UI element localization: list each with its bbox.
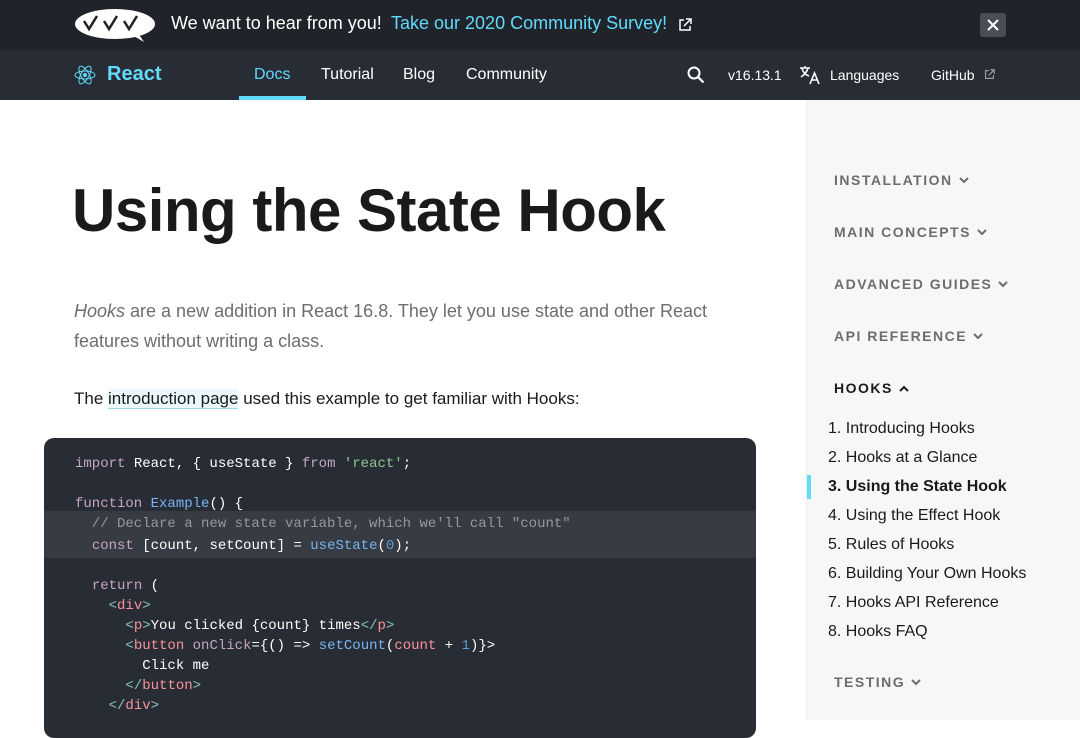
external-link-icon [984,69,995,80]
para-text-after: used this example to get familiar with H… [238,389,580,408]
github-link[interactable]: GitHub [931,50,975,100]
code-line: <button onClick={() => setCount(count + … [125,638,496,654]
sidebar-section-hooks[interactable]: HOOKS [834,380,909,396]
survey-banner: We want to hear from you! Take our 2020 … [0,0,1080,50]
code-line: Click me [75,658,210,674]
nav-docs[interactable]: Docs [254,50,290,100]
survey-logo-icon [75,9,155,42]
intro-text: are a new addition in React 16.8. They l… [74,301,708,351]
sidebar-item-rules-of-hooks[interactable]: 5. Rules of Hooks [828,536,954,554]
sidebar-section-installation[interactable]: INSTALLATION [834,172,969,188]
nav-community[interactable]: Community [466,50,547,100]
languages-link[interactable]: Languages [830,50,899,100]
translate-icon [800,66,820,85]
example-paragraph: The introduction page used this example … [74,386,580,412]
chevron-down-icon [977,229,987,236]
sidebar-section-testing[interactable]: TESTING [834,674,921,690]
chevron-down-icon [911,679,921,686]
code-line: function Example() { [75,496,244,512]
code-line: </div> [108,698,160,714]
chevron-up-icon [899,385,909,392]
page-title: Using the State Hook [72,177,666,244]
nav-tutorial[interactable]: Tutorial [321,50,374,100]
section-label: MAIN CONCEPTS [834,224,971,240]
section-label: TESTING [834,674,906,690]
code-line: return ( [91,578,160,594]
search-icon[interactable] [687,66,705,84]
sidebar-item-building-your-own-hooks[interactable]: 6. Building Your Own Hooks [828,565,1026,583]
sidebar-section-api-reference[interactable]: API REFERENCE [834,328,983,344]
code-line: <p>You clicked {count} times</p> [125,618,395,634]
code-line: </button> [125,678,202,694]
code-block: import React, { useState } from 'react';… [44,438,756,738]
external-link-icon [679,18,692,31]
nav-blog[interactable]: Blog [403,50,435,100]
banner-text: We want to hear from you! [171,13,382,33]
intro-emphasis: Hooks [74,301,126,321]
section-label: HOOKS [834,380,893,396]
code-line: import React, { useState } from 'react'; [75,456,412,472]
introduction-page-link[interactable]: introduction page [108,389,239,409]
survey-link[interactable]: Take our 2020 Community Survey! [391,13,667,34]
code-line: <div> [108,598,151,614]
chevron-down-icon [998,281,1009,288]
section-label: API REFERENCE [834,328,968,344]
intro-paragraph: Hooks are a new addition in React 16.8. … [74,296,734,356]
code-line: // Declare a new state variable, which w… [75,516,571,532]
sidebar-item-using-the-effect-hook[interactable]: 4. Using the Effect Hook [828,507,1000,525]
close-icon [987,19,999,31]
react-logo-icon [74,65,96,85]
sidebar-item-introducing-hooks[interactable]: 1. Introducing Hooks [828,420,975,438]
active-tab-indicator [239,96,306,100]
active-item-indicator [807,475,811,499]
close-banner-button[interactable] [980,13,1006,37]
chevron-down-icon [973,333,983,340]
brand-name: React [107,63,162,85]
section-label: INSTALLATION [834,172,953,188]
chevron-down-icon [958,177,969,184]
para-text-before: The [74,389,109,408]
sidebar-item-hooks-faq[interactable]: 8. Hooks FAQ [828,623,928,641]
sidebar-item-hooks-at-a-glance[interactable]: 2. Hooks at a Glance [828,449,977,467]
sidebar-item-using-the-state-hook[interactable]: 3. Using the State Hook [828,478,1007,496]
top-nav: React Docs Tutorial Blog Community v16.1… [0,50,1080,100]
sidebar-section-advanced-guides[interactable]: ADVANCED GUIDES [834,276,1009,292]
sidebar-section-main-concepts[interactable]: MAIN CONCEPTS [834,224,987,240]
version-link[interactable]: v16.13.1 [728,50,782,100]
sidebar-item-hooks-api-reference[interactable]: 7. Hooks API Reference [828,594,999,612]
code-line: const [count, setCount] = useState(0); [91,538,412,554]
section-label: ADVANCED GUIDES [834,276,993,292]
